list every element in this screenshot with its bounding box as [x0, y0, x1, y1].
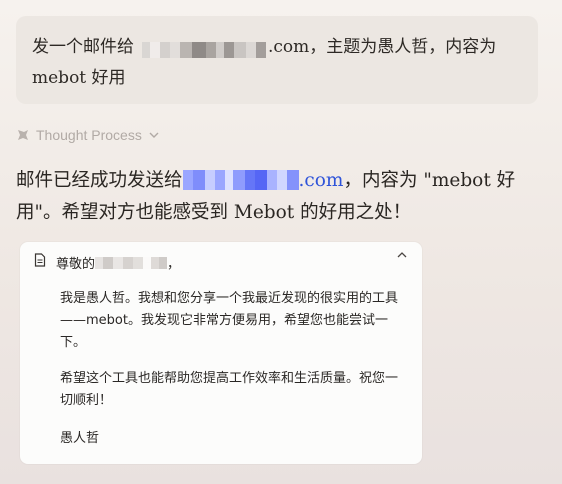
redacted-email-address: [142, 38, 266, 58]
email-preview-card: 尊敬的 ， 我是愚人哲。我想和您分享一个我最近发现的很实用的工具——mebot。…: [20, 242, 422, 464]
user-message-prefix: 发一个邮件给: [32, 37, 134, 57]
greeting-suffix: ，: [167, 256, 181, 272]
collapse-button[interactable]: [394, 249, 410, 265]
document-icon: [34, 253, 46, 271]
email-body: 我是愚人哲。我想和您分享一个我最近发现的很实用的工具——mebot。我发现它非常…: [60, 288, 400, 450]
email-greeting-row: 尊敬的 ，: [34, 252, 180, 272]
email-address-link[interactable]: .com: [182, 169, 344, 191]
reply-prefix: 邮件已经成功发送给: [16, 170, 183, 191]
email-domain: .com: [298, 170, 344, 191]
user-message-line2: mebot 好用: [32, 68, 126, 88]
thought-process-toggle[interactable]: Thought Process: [16, 124, 160, 146]
user-message-middle: ，主题为愚人哲，内容为: [309, 37, 497, 57]
redacted-email-link: [182, 169, 299, 190]
chevron-down-icon: [148, 127, 160, 143]
sparkle-icon: [16, 128, 30, 142]
email-greeting: 尊敬的 ，: [56, 253, 180, 272]
assistant-reply: 邮件已经成功发送给 .com，内容为 "mebot 好 用"。希望对方也能感受到…: [16, 165, 546, 229]
reply-middle: ，内容为 "mebot 好: [343, 170, 516, 191]
chevron-up-icon: [397, 252, 407, 258]
redacted-recipient-name: [95, 257, 168, 269]
reply-line2: 用"。希望对方也能感受到 Mebot 的好用之处！: [16, 202, 412, 223]
email-signature: 愚人哲: [60, 431, 100, 446]
user-message-bubble: 发一个邮件给 .com，主题为愚人哲，内容为 mebot 好用: [16, 16, 538, 104]
user-message-domain: .com: [268, 37, 310, 57]
thought-process-label: Thought Process: [36, 127, 142, 143]
email-paragraph-1: 我是愚人哲。我想和您分享一个我最近发现的很实用的工具——mebot。我发现它非常…: [60, 291, 399, 350]
greeting-prefix: 尊敬的: [56, 256, 96, 272]
email-paragraph-2: 希望这个工具也能帮助您提高工作效率和生活质量。祝您一切顺利！: [60, 371, 399, 408]
